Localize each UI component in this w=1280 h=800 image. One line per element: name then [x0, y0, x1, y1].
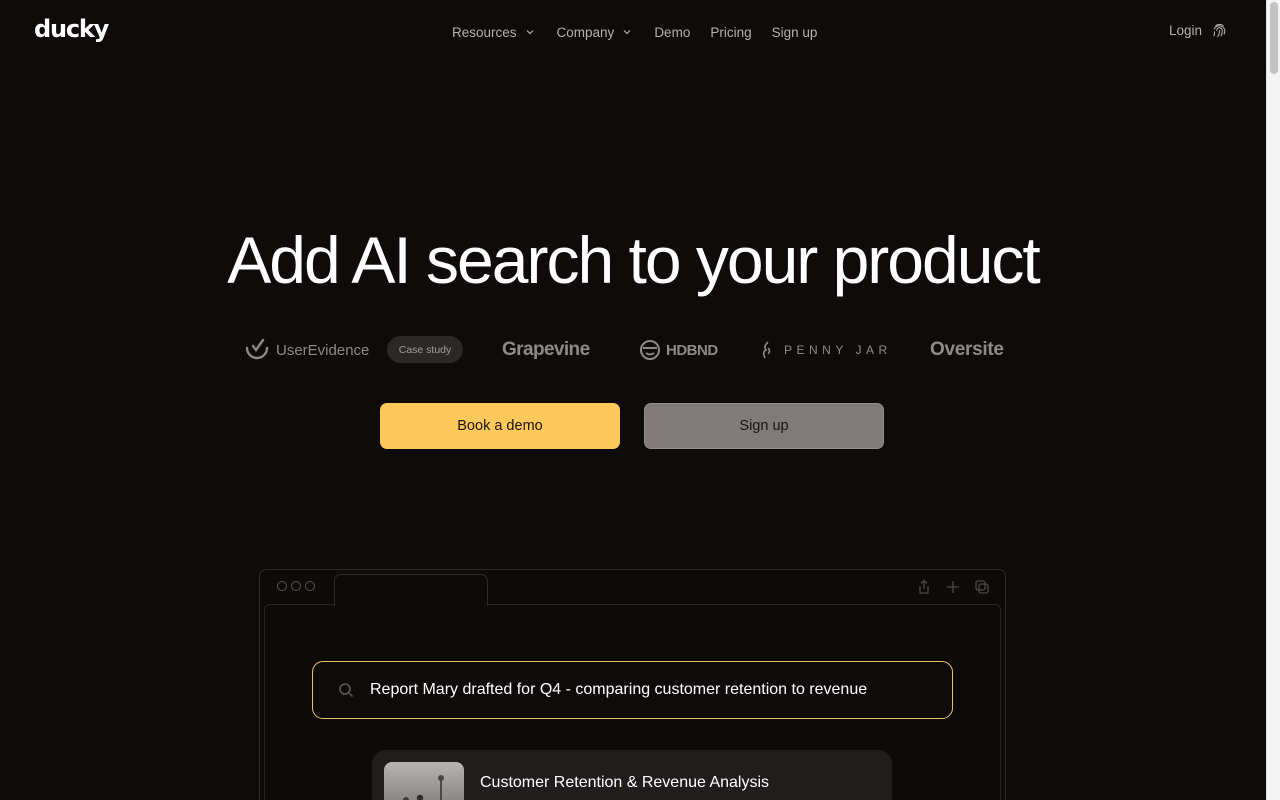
nav-links: Resources Company Demo Pricing Sign up	[452, 22, 817, 42]
search-icon	[339, 683, 354, 698]
search-query-text: Report Mary drafted for Q4 - comparing c…	[370, 681, 868, 698]
window-dot-icon	[291, 581, 301, 591]
demo-search-input[interactable]: Report Mary drafted for Q4 - comparing c…	[312, 661, 953, 719]
result-title: Customer Retention & Revenue Analysis	[480, 774, 770, 791]
scrollbar-thumb[interactable]	[1270, 2, 1278, 74]
window-controls	[277, 581, 315, 591]
case-study-badge[interactable]: Case study	[387, 336, 463, 363]
nav-demo[interactable]: Demo	[654, 25, 690, 40]
browser-tab	[334, 574, 488, 606]
nav-resources-label: Resources	[452, 24, 517, 40]
nav-company[interactable]: Company	[557, 25, 633, 40]
flame-icon	[762, 341, 771, 359]
share-icon	[919, 579, 929, 594]
fingerprint-icon	[1213, 23, 1226, 38]
hero-title: Add AI search to your product	[227, 223, 1041, 297]
logo-userevidence: UserEvidence	[244, 334, 369, 366]
chevron-down-icon	[623, 30, 631, 35]
nav-pricing[interactable]: Pricing	[710, 25, 751, 40]
page-scrollbar[interactable]	[1266, 0, 1280, 800]
top-navigation: ducky Resources Company Demo Pricing Sig…	[0, 0, 1266, 64]
copy-icon	[975, 580, 989, 594]
book-demo-button[interactable]: Book a demo	[380, 403, 620, 449]
ducky-logo[interactable]: ducky	[34, 15, 109, 43]
search-result-card[interactable]: Customer Retention & Revenue Analysis	[372, 750, 892, 800]
logo-hdbnd-text: HDBND	[666, 341, 718, 359]
plus-icon	[947, 581, 959, 593]
logo-hdbnd: HDBND	[639, 334, 718, 366]
window-dot-icon	[277, 581, 287, 591]
logo-grapevine: Grapevine	[502, 339, 590, 360]
chevron-down-icon	[526, 30, 533, 35]
sign-up-button[interactable]: Sign up	[644, 403, 884, 449]
login-label: Login	[1169, 23, 1203, 38]
logo-userevidence-text: UserEvidence	[276, 341, 370, 359]
face-icon	[640, 340, 660, 360]
nav-company-label: Company	[556, 24, 615, 40]
logo-penny-jar-text: PENNY JAR	[784, 343, 892, 357]
browser-actions	[916, 579, 990, 595]
window-dot-icon	[305, 581, 315, 591]
result-thumbnail	[384, 762, 464, 800]
nav-sign-up[interactable]: Sign up	[772, 25, 818, 40]
customer-logos: UserEvidence Case study Grapevine HDBND …	[0, 334, 1266, 366]
nav-resources[interactable]: Resources	[452, 25, 535, 40]
people-photo-icon	[403, 775, 444, 800]
logo-penny-jar: PENNY JAR	[760, 334, 892, 366]
check-mark-icon	[245, 338, 269, 360]
login-link[interactable]: Login	[1169, 22, 1228, 39]
logo-oversite: Oversite	[930, 339, 1004, 360]
